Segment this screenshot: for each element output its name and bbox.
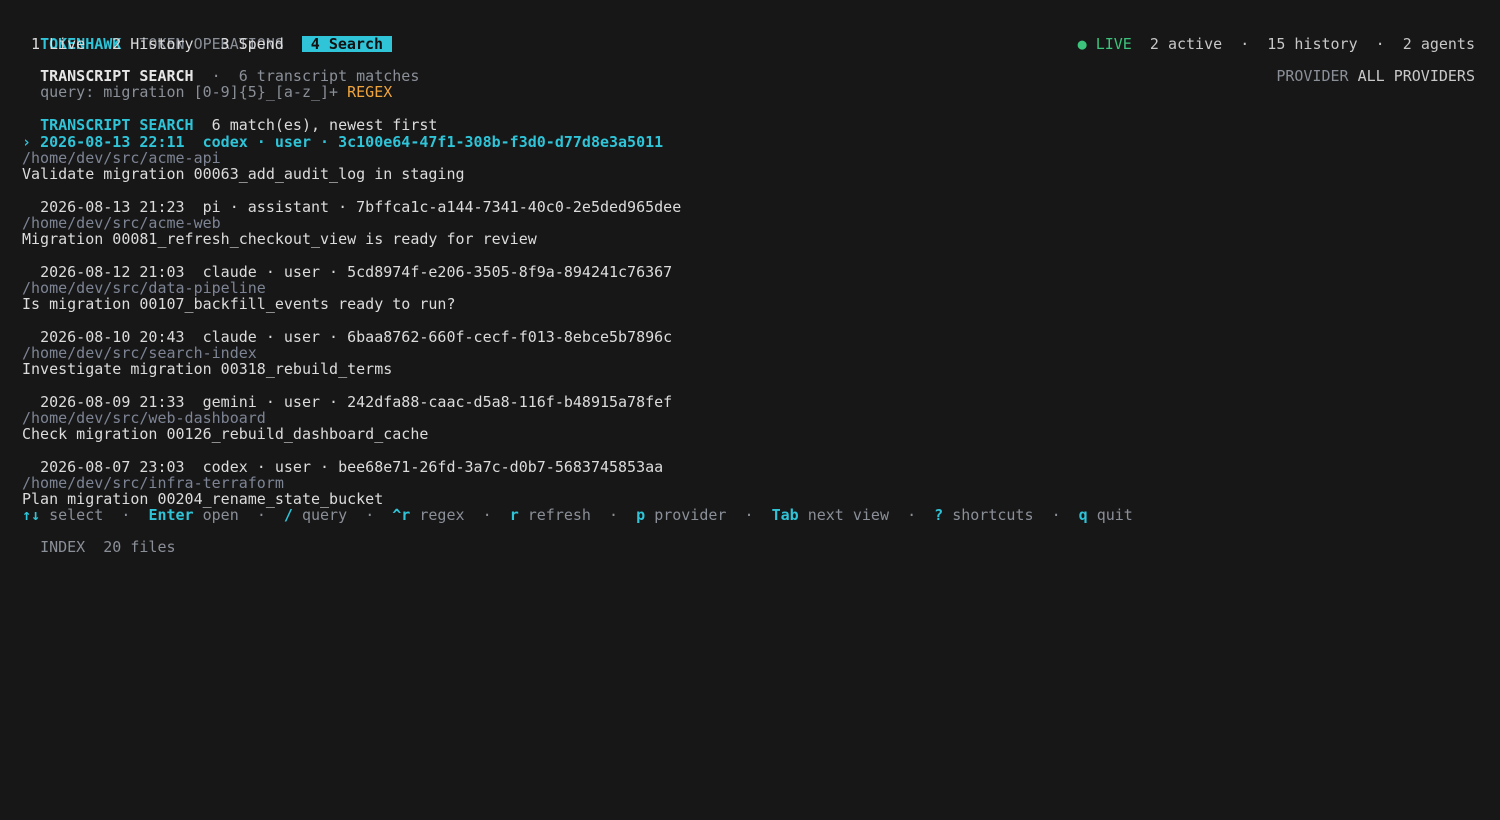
result-header[interactable]: 2026-08-12 21:03 claude · user · 5cd8974…	[22, 264, 672, 280]
tab-2-history[interactable]: 2 History	[103, 36, 202, 52]
shortcut-label: provider	[654, 506, 727, 524]
results-summary: 6 match(es), newest first	[211, 116, 438, 134]
tab-4-search[interactable]: 4 Search	[301, 36, 393, 52]
result-text: Plan migration 00204_rename_state_bucket	[22, 490, 384, 508]
result-text: Validate migration 00063_add_audit_log i…	[22, 165, 465, 183]
shortcut-separator: ·	[609, 506, 619, 524]
result-text: Is migration 00107_backfill_events ready…	[22, 295, 456, 313]
result-header[interactable]: › 2026-08-13 22:11 codex · user · 3c100e…	[22, 134, 663, 150]
shortcut-label: query	[301, 506, 348, 524]
view-tabs: 1 Live 2 History 3 Spend 4 Search	[22, 36, 393, 52]
shortcut-key: /	[283, 506, 293, 524]
shortcut-key: Enter	[148, 506, 194, 524]
result-path: /home/dev/src/search-index	[22, 344, 257, 362]
result-text: Check migration 00126_rebuild_dashboard_…	[22, 425, 429, 443]
result-header[interactable]: 2026-08-07 23:03 codex · user · bee68e71…	[22, 459, 663, 475]
query-input[interactable]: migration [0-9]{5}_[a-z_]+	[103, 83, 338, 101]
shortcut-key: p	[636, 506, 646, 524]
index-count: 20 files	[103, 538, 176, 556]
result-path: /home/dev/src/infra-terraform	[22, 474, 284, 492]
shortcut-separator: ·	[256, 506, 266, 524]
provider-value[interactable]: ALL PROVIDERS	[1358, 67, 1475, 85]
results-title: TRANSCRIPT SEARCH	[40, 116, 194, 134]
regex-mode-badge[interactable]: REGEX	[347, 83, 392, 101]
result-text: Migration 00081_refresh_checkout_view is…	[22, 230, 537, 248]
shortcut-key: ?	[934, 506, 944, 524]
shortcut-key: q	[1078, 506, 1088, 524]
shortcut-key: r	[509, 506, 519, 524]
session-stats: 2 active · 15 history · 2 agents	[1149, 35, 1475, 53]
query-line[interactable]: query: migration [0-9]{5}_[a-z_]+ REGEX	[22, 68, 392, 100]
index-status: INDEX 20 files	[22, 523, 175, 555]
shortcut-key: ↑↓	[22, 506, 41, 524]
shortcut-separator: ·	[482, 506, 492, 524]
app-header: TOKENHAWK TOKEN OPERATIONS	[22, 20, 284, 52]
tab-1-live[interactable]: 1 Live	[22, 36, 94, 52]
result-path: /home/dev/src/acme-web	[22, 214, 221, 232]
result-path: /home/dev/src/data-pipeline	[22, 279, 266, 297]
result-text: Investigate migration 00318_rebuild_term…	[22, 360, 393, 378]
status-bar: ● LIVE 2 active · 15 history · 2 agents	[1060, 20, 1475, 52]
shortcut-key: Tab	[771, 506, 799, 524]
result-path: /home/dev/src/acme-api	[22, 149, 221, 167]
provider-label: PROVIDER	[1276, 67, 1349, 85]
shortcut-separator: ·	[907, 506, 917, 524]
index-label: INDEX	[40, 538, 86, 556]
shortcut-label: shortcuts	[952, 506, 1034, 524]
query-label: query:	[40, 83, 95, 101]
result-header[interactable]: 2026-08-09 21:33 gemini · user · 242dfa8…	[22, 394, 672, 410]
result-header[interactable]: 2026-08-10 20:43 claude · user · 6baa876…	[22, 329, 672, 345]
shortcut-label: quit	[1096, 506, 1133, 524]
shortcut-separator: ·	[365, 506, 375, 524]
result-header[interactable]: 2026-08-13 21:23 pi · assistant · 7bffca…	[22, 199, 681, 215]
view-heading: TRANSCRIPT SEARCH · 6 transcript matches	[22, 52, 419, 84]
provider-filter[interactable]: PROVIDER ALL PROVIDERS	[1258, 52, 1475, 84]
shortcut-label: regex	[419, 506, 465, 524]
shortcut-label: next view	[807, 506, 889, 524]
shortcut-bar: ↑↓ select · Enter open · / query · ^r re…	[22, 507, 1133, 523]
live-dot-icon: ●	[1077, 35, 1087, 53]
results-heading: TRANSCRIPT SEARCH 6 match(es), newest fi…	[22, 101, 437, 133]
result-path: /home/dev/src/web-dashboard	[22, 409, 266, 427]
live-label: LIVE	[1095, 35, 1132, 53]
shortcut-label: open	[202, 506, 239, 524]
shortcut-separator: ·	[1051, 506, 1061, 524]
shortcut-separator: ·	[744, 506, 754, 524]
tab-3-spend[interactable]: 3 Spend	[212, 36, 293, 52]
shortcut-key: ^r	[392, 506, 411, 524]
shortcut-label: refresh	[527, 506, 591, 524]
shortcut-label: select	[49, 506, 104, 524]
